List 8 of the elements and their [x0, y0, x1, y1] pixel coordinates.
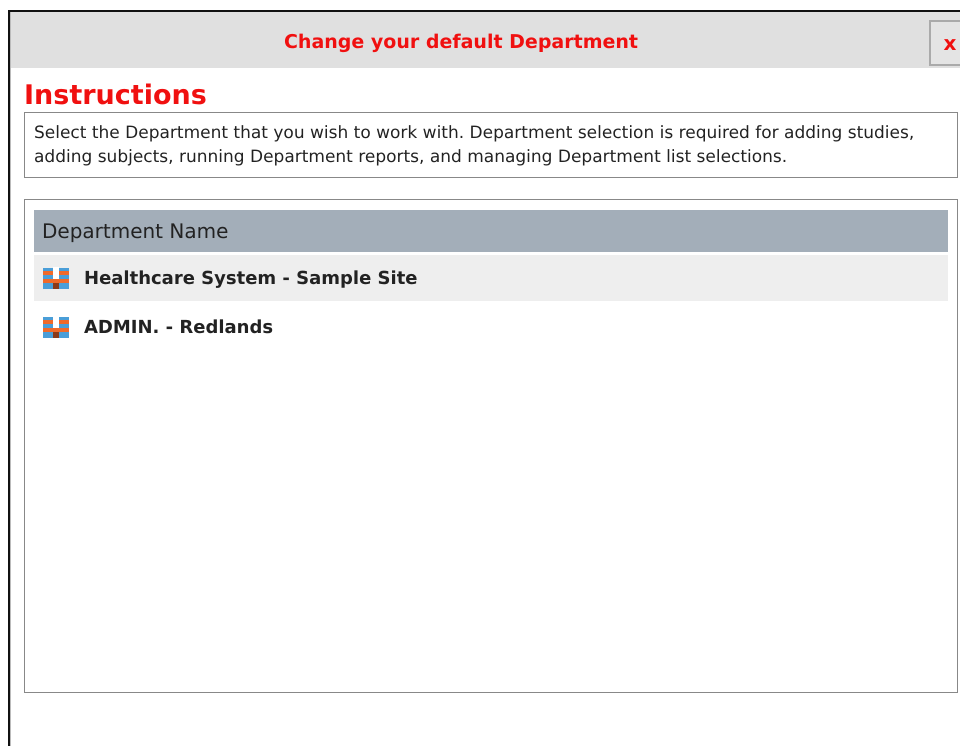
- building-icon: [42, 315, 70, 339]
- building-icon: [42, 266, 70, 290]
- instructions-text: Select the Department that you wish to work with. Department selection is required for adding studies, adding subjects, running Department reports, and managing Department list selections.: [24, 112, 958, 178]
- column-header: Department Name: [41, 219, 228, 243]
- instructions-heading: Instructions: [24, 80, 208, 112]
- dialog-title: Change your default Department: [282, 30, 639, 53]
- department-row[interactable]: Healthcare System - Sample Site: [34, 255, 948, 301]
- department-row[interactable]: ADMIN. - Redlands: [34, 304, 948, 350]
